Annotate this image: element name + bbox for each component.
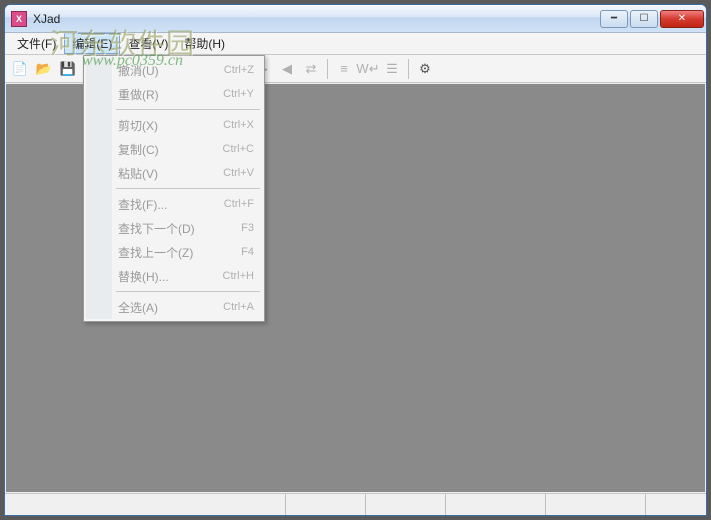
menu-redo[interactable]: 重做(R) Ctrl+Y xyxy=(86,82,262,106)
menu-item-shortcut: Ctrl+Z xyxy=(224,64,254,76)
menu-paste[interactable]: 粘贴(V) Ctrl+V xyxy=(86,161,262,185)
menu-bar: 文件(F) 编辑(E) 查看(V) 帮助(H) xyxy=(5,33,706,55)
menu-separator xyxy=(116,109,260,110)
menu-item-label: 替换(H)... xyxy=(118,268,223,285)
settings-icon[interactable]: ⚙ xyxy=(414,58,436,80)
menu-item-shortcut: Ctrl+C xyxy=(223,143,254,155)
menu-cut[interactable]: 剪切(X) Ctrl+X xyxy=(86,113,262,137)
menu-item-shortcut: Ctrl+H xyxy=(223,270,254,282)
menu-item-shortcut: Ctrl+F xyxy=(224,198,254,210)
minimize-button[interactable]: ━ xyxy=(600,10,628,28)
new-file-icon[interactable]: 📄 xyxy=(9,58,31,80)
menu-item-label: 重做(R) xyxy=(118,86,223,103)
menu-replace[interactable]: 替换(H)... Ctrl+H xyxy=(86,264,262,288)
menu-separator xyxy=(116,188,260,189)
status-cell xyxy=(366,494,446,515)
list-icon[interactable]: ☰ xyxy=(381,58,403,80)
window-controls: ━ ☐ ✕ xyxy=(600,10,704,28)
menu-item-label: 撤消(U) xyxy=(118,62,224,79)
menu-edit[interactable]: 编辑(E) xyxy=(64,33,120,54)
find-prev-icon[interactable]: ◀ xyxy=(276,58,298,80)
menu-undo[interactable]: 撤消(U) Ctrl+Z xyxy=(86,58,262,82)
menu-find[interactable]: 查找(F)... Ctrl+F xyxy=(86,192,262,216)
toolbar-separator xyxy=(327,59,328,79)
align-icon[interactable]: ≡ xyxy=(333,58,355,80)
maximize-button[interactable]: ☐ xyxy=(630,10,658,28)
menu-item-shortcut: F4 xyxy=(241,246,254,258)
menu-item-label: 剪切(X) xyxy=(118,117,223,134)
title-bar: X XJad ━ ☐ ✕ xyxy=(5,5,706,33)
status-cell xyxy=(446,494,546,515)
status-cell xyxy=(5,494,286,515)
menu-find-prev[interactable]: 查找上一个(Z) F4 xyxy=(86,240,262,264)
menu-help[interactable]: 帮助(H) xyxy=(176,33,233,54)
close-button[interactable]: ✕ xyxy=(660,10,704,28)
wrap-icon[interactable]: W↵ xyxy=(357,58,379,80)
menu-item-shortcut: F3 xyxy=(241,222,254,234)
menu-item-label: 复制(C) xyxy=(118,141,223,158)
menu-item-label: 查找上一个(Z) xyxy=(118,244,241,261)
menu-select-all[interactable]: 全选(A) Ctrl+A xyxy=(86,295,262,319)
status-bar xyxy=(5,493,706,515)
menu-file[interactable]: 文件(F) xyxy=(9,33,64,54)
status-cell xyxy=(286,494,366,515)
open-folder-icon[interactable]: 📂 xyxy=(33,58,55,80)
menu-item-label: 查找(F)... xyxy=(118,196,224,213)
menu-view[interactable]: 查看(V) xyxy=(120,33,176,54)
edit-menu-dropdown: 撤消(U) Ctrl+Z 重做(R) Ctrl+Y 剪切(X) Ctrl+X 复… xyxy=(83,55,265,322)
save-icon[interactable]: 💾 xyxy=(57,58,79,80)
menu-item-label: 粘贴(V) xyxy=(118,165,223,182)
app-window: X XJad ━ ☐ ✕ 文件(F) 编辑(E) 查看(V) 帮助(H) 📄 📂… xyxy=(4,4,707,516)
menu-separator xyxy=(116,291,260,292)
menu-item-shortcut: Ctrl+V xyxy=(223,167,254,179)
status-cell xyxy=(646,494,706,515)
status-cell xyxy=(546,494,646,515)
menu-item-shortcut: Ctrl+Y xyxy=(223,88,254,100)
menu-copy[interactable]: 复制(C) Ctrl+C xyxy=(86,137,262,161)
menu-item-shortcut: Ctrl+X xyxy=(223,119,254,131)
app-icon: X xyxy=(11,11,27,27)
menu-item-label: 查找下一个(D) xyxy=(118,220,241,237)
menu-find-next[interactable]: 查找下一个(D) F3 xyxy=(86,216,262,240)
menu-item-label: 全选(A) xyxy=(118,299,223,316)
replace-icon[interactable]: ⇄ xyxy=(300,58,322,80)
menu-item-shortcut: Ctrl+A xyxy=(223,301,254,313)
toolbar-separator xyxy=(408,59,409,79)
window-title: XJad xyxy=(33,12,60,26)
